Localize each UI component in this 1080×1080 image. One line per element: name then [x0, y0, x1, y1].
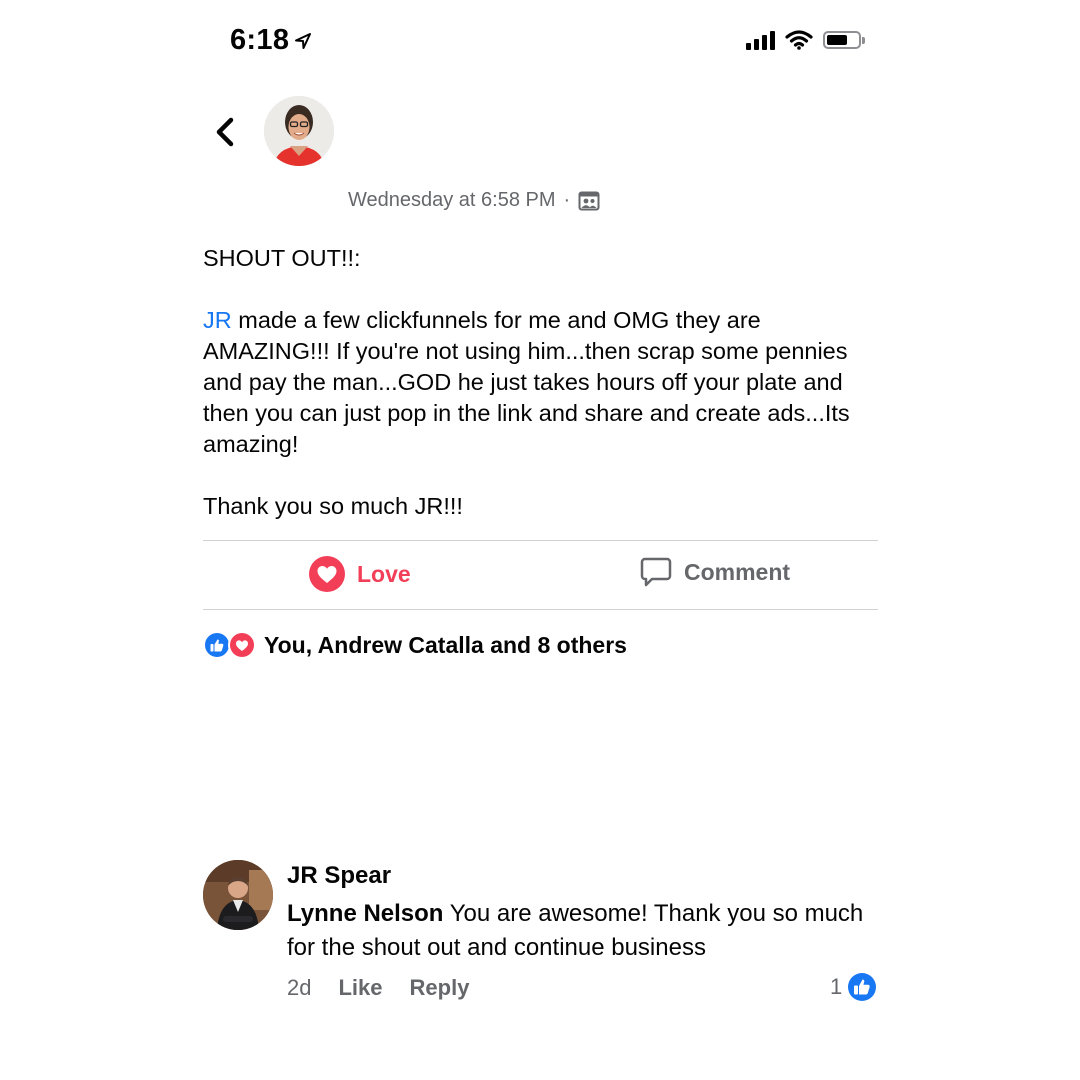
post-body: SHOUT OUT!!: JR made a few clickfunnels … [203, 243, 883, 553]
comment-label: Comment [684, 558, 791, 585]
comment-tagged-user[interactable]: Lynne Nelson [287, 900, 443, 927]
like-badge-icon [848, 973, 877, 1001]
reactions-summary[interactable]: You, Andrew Catalla and 8 others [203, 631, 627, 659]
love-label: Love [357, 560, 411, 587]
comment-like-button[interactable]: Like [338, 975, 382, 1001]
location-arrow-icon [295, 32, 312, 49]
commenter-avatar[interactable] [203, 860, 273, 930]
like-thumb-icon [210, 639, 224, 652]
post-paragraph-text: made a few clickfunnels for me and OMG t… [203, 307, 850, 457]
post-closing: Thank you so much JR!!! [203, 493, 463, 519]
reactions-summary-text: You, Andrew Catalla and 8 others [264, 631, 627, 658]
group-audience-icon [578, 191, 600, 210]
commenter-avatar-image [203, 860, 273, 930]
status-indicators [746, 30, 865, 50]
comment-button[interactable]: Comment [640, 556, 790, 588]
like-reaction-icon [203, 631, 231, 659]
comment-body: Lynne Nelson You are awesome! Thank you … [287, 897, 867, 965]
comment-actions: 2d Like Reply [287, 975, 469, 1001]
comment-reply-button[interactable]: Reply [410, 975, 470, 1001]
poster-avatar-image [264, 96, 334, 166]
poster-avatar[interactable] [264, 96, 334, 166]
divider-bottom [203, 609, 878, 610]
post-meta: Wednesday at 6:58 PM · [348, 189, 600, 212]
comment-age: 2d [287, 975, 312, 1000]
meta-separator: · [563, 189, 571, 211]
comment-author[interactable]: JR Spear [287, 862, 391, 890]
post-heading: SHOUT OUT!!: [203, 245, 361, 271]
wifi-icon [785, 30, 813, 50]
back-button[interactable] [210, 112, 240, 152]
love-reaction-icon [228, 631, 256, 659]
status-time-text: 6:18 [230, 24, 290, 56]
post-timestamp[interactable]: Wednesday at 6:58 PM [348, 189, 556, 212]
love-button[interactable]: Love [309, 556, 411, 592]
post-paragraph: JR made a few clickfunnels for me and OM… [203, 305, 883, 460]
divider-top [203, 540, 878, 541]
battery-icon [823, 31, 865, 49]
signal-icon [746, 30, 775, 50]
comment-bubble-icon [640, 557, 672, 587]
comment-like-count[interactable]: 1 [830, 973, 877, 1001]
mention-link[interactable]: JR [203, 307, 232, 333]
heart-mini-icon [236, 640, 248, 651]
love-heart-icon [309, 556, 345, 592]
comment-like-count-text: 1 [830, 974, 843, 999]
status-time: 6:18 [230, 24, 313, 57]
back-chevron-icon [216, 117, 234, 147]
